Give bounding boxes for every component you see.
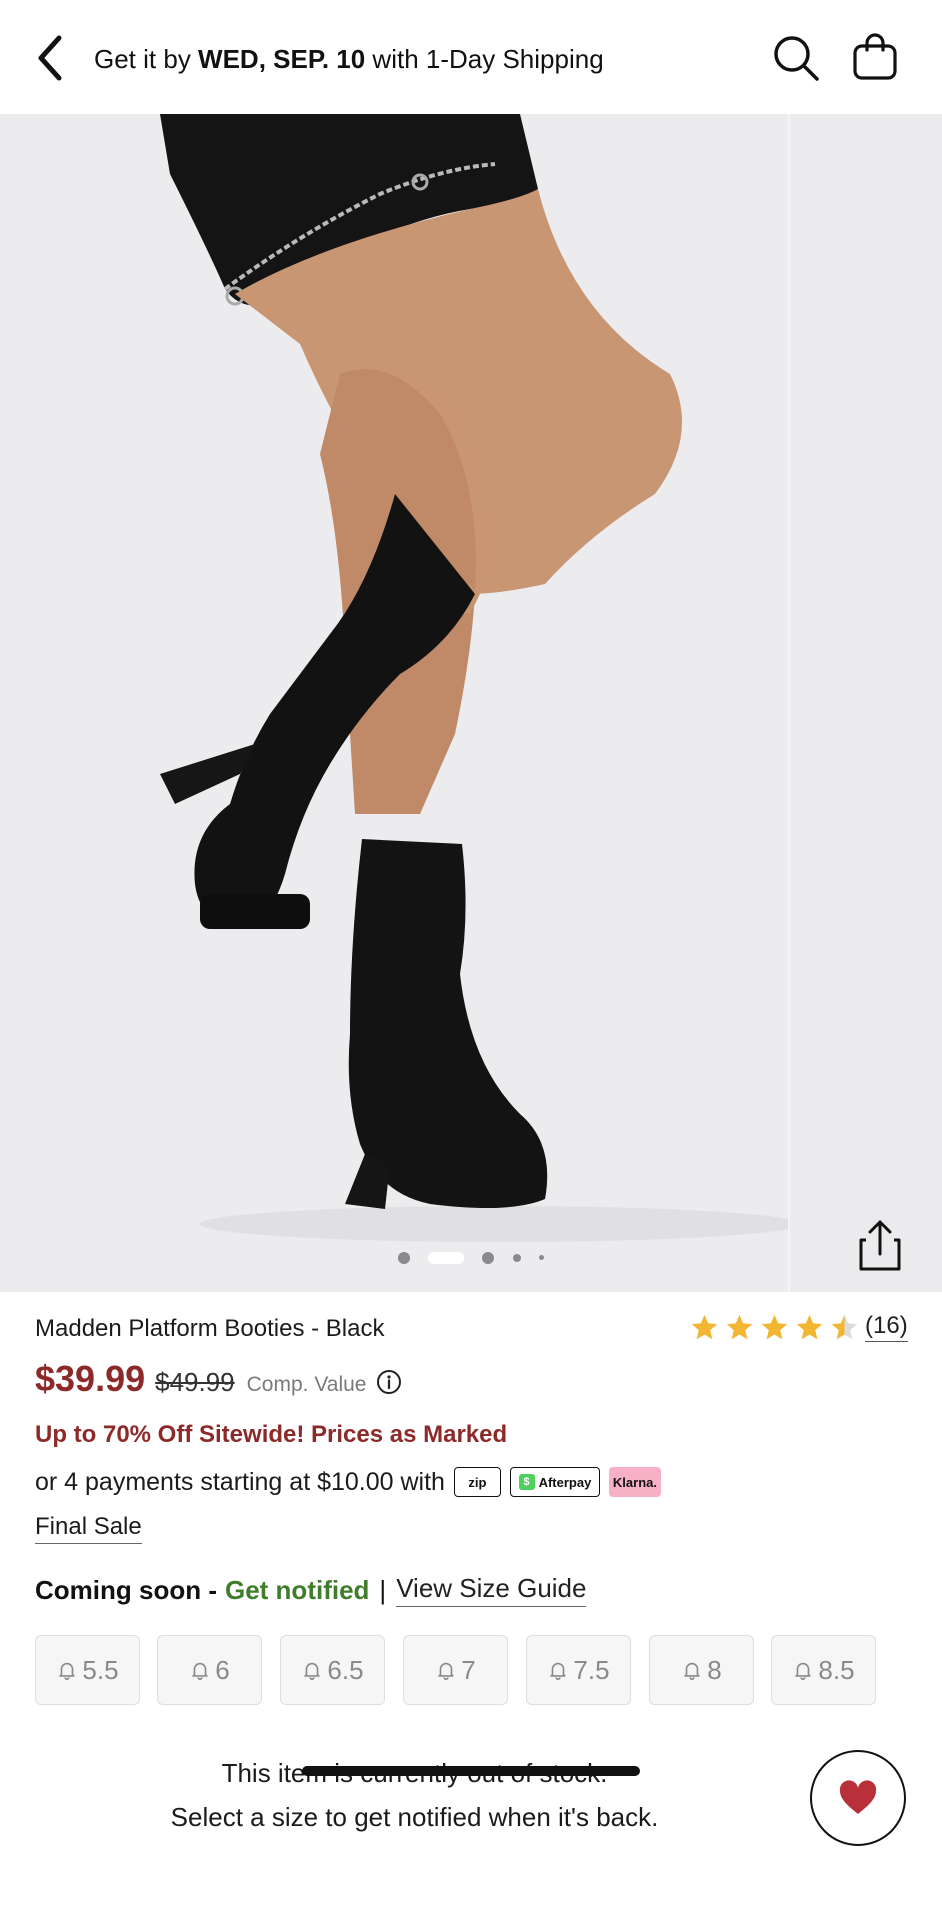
out-of-stock-bar: This item is currently out of stock. Sel…: [0, 1720, 942, 1920]
bell-icon: [550, 1662, 567, 1680]
size-option[interactable]: 8: [649, 1635, 754, 1705]
gallery-pagination: [0, 1252, 942, 1266]
size-option[interactable]: 7: [403, 1635, 508, 1705]
next-image-peek[interactable]: [788, 114, 942, 1292]
star-full-icon: [691, 1314, 718, 1339]
star-full-icon: [796, 1314, 823, 1339]
final-sale-link[interactable]: Final Sale: [35, 1513, 142, 1544]
size-label: 8.5: [818, 1654, 855, 1685]
share-icon: [859, 1220, 901, 1271]
bell-icon: [304, 1662, 321, 1680]
bell-icon: [684, 1662, 700, 1680]
shopping-bag-button[interactable]: [850, 32, 900, 82]
original-price: $49.99: [155, 1367, 235, 1397]
shipping-estimate: Get it by WED, SEP. 10 with 1-Day Shippi…: [94, 44, 604, 75]
zip-badge[interactable]: zip: [453, 1467, 501, 1497]
bell-icon: [438, 1662, 454, 1680]
sitewide-promo[interactable]: Up to 70% Off Sitewide! Prices as Marked: [35, 1421, 507, 1449]
size-option[interactable]: 8.5: [771, 1635, 876, 1705]
shipping-prefix: Get it by: [94, 44, 199, 74]
comp-value-label: Comp. Value: [246, 1373, 367, 1396]
afterpay-badge[interactable]: $ Afterpay: [509, 1467, 600, 1497]
size-option[interactable]: 5.5: [35, 1635, 140, 1705]
size-label: 8: [707, 1654, 722, 1685]
size-option[interactable]: 7.5: [526, 1635, 631, 1705]
shopping-bag-icon: [853, 33, 897, 80]
info-icon[interactable]: [376, 1369, 402, 1395]
bell-icon: [795, 1662, 812, 1680]
bell-icon: [59, 1662, 76, 1680]
afterpay-label: Afterpay: [538, 1474, 592, 1490]
star-half-icon: [831, 1314, 858, 1339]
search-icon: [774, 36, 819, 81]
star-full-icon: [726, 1314, 753, 1339]
notify-instruction: Select a size to get notified when it's …: [170, 1802, 659, 1832]
heart-icon: [839, 1780, 877, 1814]
sale-price: $39.99: [35, 1358, 146, 1399]
product-page: Get it by WED, SEP. 10 with 1-Day Shippi…: [0, 0, 942, 1920]
get-notified-link[interactable]: Get notified: [225, 1575, 369, 1606]
pagination-dot[interactable]: [513, 1254, 521, 1262]
share-button[interactable]: [856, 1218, 904, 1274]
star-rating: [690, 1313, 859, 1342]
product-rating[interactable]: (16): [690, 1312, 908, 1342]
price-row: $39.99 $49.99 Comp. Value: [35, 1358, 402, 1400]
pagination-dot[interactable]: [398, 1252, 410, 1264]
installment-payments: or 4 payments starting at $10.00 with zi…: [35, 1467, 661, 1497]
home-indicator[interactable]: [302, 1766, 640, 1776]
back-button[interactable]: [28, 30, 72, 86]
separator: |: [379, 1574, 387, 1605]
pagination-dot-active[interactable]: [428, 1252, 464, 1264]
size-label: 6.5: [327, 1654, 364, 1685]
pagination-dot[interactable]: [482, 1252, 494, 1264]
size-label: 5.5: [82, 1654, 119, 1685]
afterpay-logo-icon: $: [518, 1474, 535, 1490]
coming-soon-label: Coming soon -: [35, 1574, 217, 1605]
shipping-date: WED, SEP. 10: [198, 44, 366, 74]
size-guide-link[interactable]: View Size Guide: [396, 1573, 587, 1607]
shipping-suffix: with 1-Day Shipping: [365, 44, 604, 74]
payments-text: or 4 payments starting at $10.00 with: [35, 1467, 445, 1496]
top-header: Get it by WED, SEP. 10 with 1-Day Shippi…: [0, 0, 942, 114]
bell-icon: [192, 1662, 208, 1680]
product-image-gallery[interactable]: [0, 114, 942, 1292]
size-label: 6: [215, 1654, 230, 1685]
product-title: Madden Platform Booties - Black: [35, 1315, 385, 1342]
star-full-icon: [761, 1314, 788, 1339]
size-option[interactable]: 6.5: [280, 1635, 385, 1705]
search-button[interactable]: [772, 34, 820, 82]
product-photo: [0, 114, 788, 1292]
review-count-link[interactable]: (16): [865, 1312, 908, 1342]
size-header: Coming soon - Get notified | View Size G…: [35, 1573, 587, 1607]
size-label: 7: [461, 1654, 476, 1685]
chevron-left-icon: [38, 35, 62, 81]
pagination-dot[interactable]: [539, 1255, 544, 1260]
wishlist-button[interactable]: [810, 1750, 906, 1846]
size-option[interactable]: 6: [157, 1635, 262, 1705]
size-label: 7.5: [573, 1654, 610, 1685]
klarna-badge[interactable]: Klarna.: [608, 1467, 661, 1497]
